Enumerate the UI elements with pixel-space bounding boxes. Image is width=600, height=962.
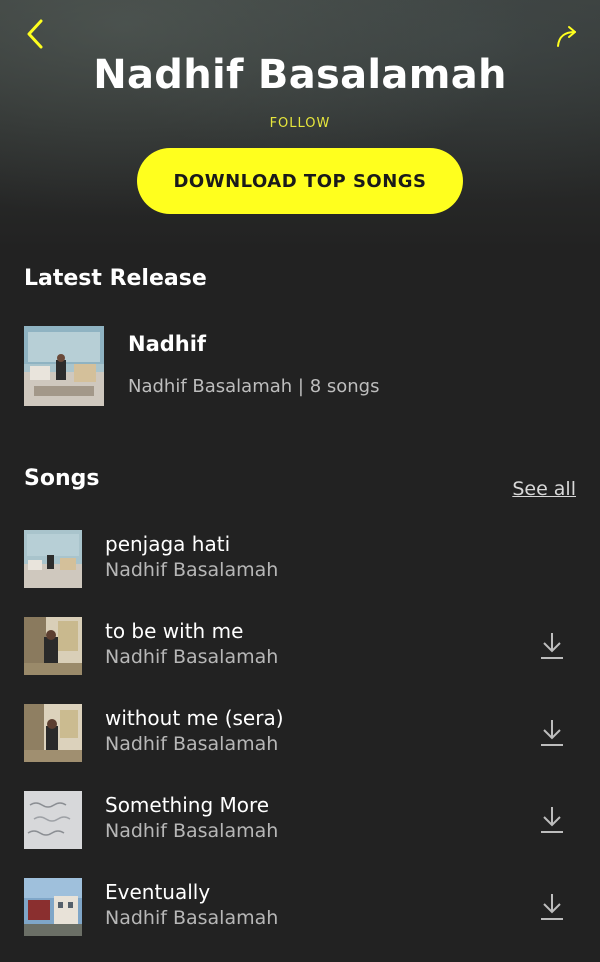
latest-release-heading: Latest Release: [24, 266, 207, 291]
song-title: Something More: [105, 793, 270, 817]
song-artist: Nadhif Basalamah: [105, 559, 279, 581]
see-all-link[interactable]: See all: [512, 478, 576, 500]
chevron-left-icon: [27, 19, 43, 49]
follow-button[interactable]: FOLLOW: [0, 116, 600, 131]
song-cover: [24, 704, 82, 762]
songs-heading: Songs: [24, 466, 100, 491]
song-cover: [24, 878, 82, 936]
song-cover: [24, 791, 82, 849]
song-artist: Nadhif Basalamah: [105, 820, 279, 842]
song-title: to be with me: [105, 619, 244, 643]
song-artist: Nadhif Basalamah: [105, 907, 279, 929]
share-arrow-icon: [557, 26, 576, 47]
song-title: Eventually: [105, 880, 211, 904]
song-row[interactable]: to be with me Nadhif Basalamah: [24, 617, 576, 677]
song-cover: [24, 617, 82, 675]
song-row[interactable]: Eventually Nadhif Basalamah: [24, 878, 576, 938]
song-artist: Nadhif Basalamah: [105, 646, 279, 668]
song-artist: Nadhif Basalamah: [105, 733, 279, 755]
download-icon[interactable]: [538, 892, 566, 922]
song-row[interactable]: Something More Nadhif Basalamah: [24, 791, 576, 851]
song-title: penjaga hati: [105, 532, 231, 556]
album-meta: Nadhif Basalamah | 8 songs: [128, 376, 380, 397]
album-cover: [24, 326, 104, 406]
download-icon[interactable]: [538, 631, 566, 661]
song-row[interactable]: penjaga hati Nadhif Basalamah: [24, 530, 576, 590]
download-icon[interactable]: [538, 805, 566, 835]
album-title: Nadhif: [128, 332, 207, 356]
latest-release-item[interactable]: Nadhif Nadhif Basalamah | 8 songs: [24, 326, 576, 408]
download-top-songs-button[interactable]: DOWNLOAD TOP SONGS: [137, 148, 463, 214]
artist-name: Nadhif Basalamah: [93, 52, 507, 98]
song-title: without me (sera): [105, 706, 284, 730]
song-cover: [24, 530, 82, 588]
download-icon[interactable]: [538, 718, 566, 748]
back-button[interactable]: [18, 14, 52, 54]
song-row[interactable]: without me (sera) Nadhif Basalamah: [24, 704, 576, 764]
share-button[interactable]: [552, 22, 582, 52]
